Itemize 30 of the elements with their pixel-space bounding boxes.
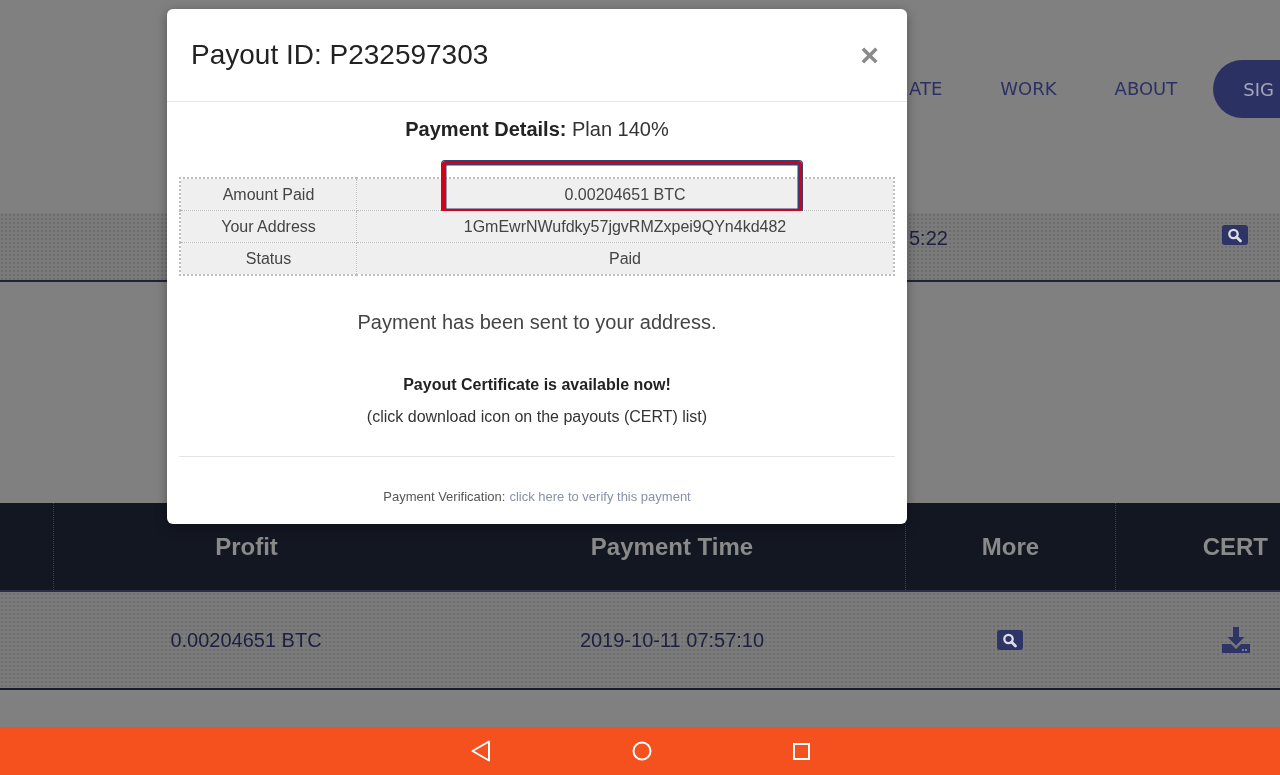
status-message: Payment has been sent to your address. (356, 310, 718, 334)
download-icon[interactable] (1222, 627, 1250, 653)
nav-link[interactable]: ABOUT (1114, 60, 1178, 118)
detail-label: Your Address (180, 210, 357, 243)
column-header: More (981, 532, 1040, 561)
details-heading: Payment Details: Plan 140% (404, 117, 670, 141)
certificate-notice: Payout Certificate is available now! (402, 375, 672, 395)
detail-value: 1GmEwrNWufdky57jgvRMZxpei9QYn4kd482 (356, 210, 894, 243)
table-cell: 0.00204651 BTC (170, 628, 322, 652)
table-cell: 2019-10-11 07:57:10 (579, 628, 765, 652)
table-cell: 5:22 (909, 227, 948, 250)
search-icon[interactable] (1222, 224, 1248, 245)
sign-button[interactable]: SIG (1213, 60, 1280, 118)
back-icon[interactable] (470, 740, 491, 762)
certificate-hint: (click download icon on the payouts (CERT) list) (365, 407, 709, 427)
search-icon[interactable] (997, 630, 1023, 650)
nav-link[interactable]: ATE (909, 60, 943, 118)
column-header: Profit (215, 532, 278, 561)
verify-link[interactable]: click here to verify this payment (509, 489, 691, 505)
nav-link[interactable]: WORK (1000, 60, 1057, 118)
close-button[interactable]: × (856, 39, 883, 71)
detail-value: Paid (356, 242, 894, 275)
detail-label: Amount Paid (180, 178, 357, 211)
column-header: CERT (1202, 532, 1268, 561)
detail-label: Status (180, 242, 357, 275)
column-header: Payment Time (590, 532, 754, 561)
modal-title: Payout ID: P232597303 (191, 39, 489, 71)
recents-icon[interactable] (792, 742, 810, 760)
home-icon[interactable] (631, 741, 652, 761)
verification-label: Payment Verification: (383, 489, 506, 505)
